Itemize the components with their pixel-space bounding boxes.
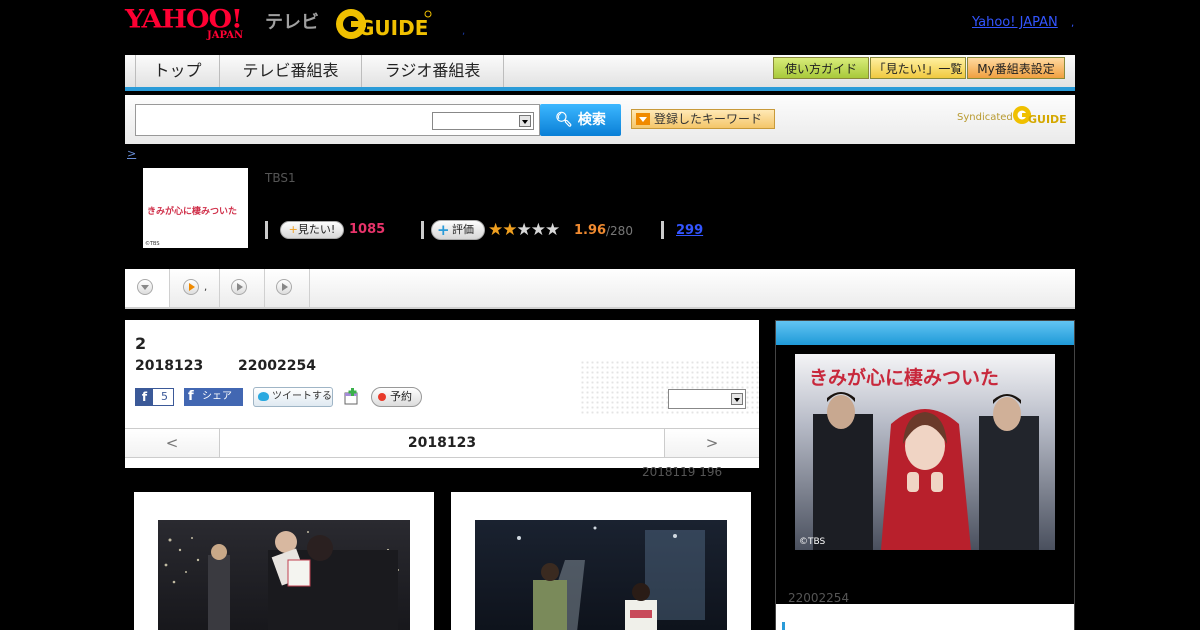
saved-keywords-button[interactable]: 登録したキーワード [631,109,775,129]
tab-reviews[interactable] [265,269,310,307]
reserve-button[interactable]: 予約 [371,387,422,407]
nav-tab-top[interactable]: トップ [135,55,220,87]
yahoo-logo-sub: JAPAN [207,30,244,41]
play-icon [276,279,292,295]
facebook-like-button[interactable]: f 5 [135,388,174,406]
search-band: 🔍︎ 検索 登録したキーワード Syndicated GUIDE [125,95,1075,144]
updated-info: 2018119 196 [642,465,723,479]
plus-icon: + [437,221,450,239]
section-marker [782,622,785,630]
my-schedule-settings-button[interactable]: My番組表設定 [967,57,1065,79]
chevron-down-icon [731,393,743,405]
add-calendar-icon[interactable] [343,388,360,405]
program-thumbnail-copyright: ©TBS [145,241,160,247]
side-panel-body [776,604,1074,630]
mitai-label: 見たい! [297,223,336,236]
gguide-logo[interactable]: GUIDE [334,7,434,41]
rating-total: /280 [606,224,633,238]
poster-title: きみが心に棲みついた [809,366,999,389]
tab-overview[interactable] [125,269,170,307]
play-icon [231,279,247,295]
mitai-count: 1085 [349,222,386,237]
syndicated-label: Syndicated [957,112,1013,123]
program-tabs: , [125,269,1075,309]
tweet-label: ツイートする [272,391,332,402]
reserve-label: 予約 [390,390,412,403]
rating-button[interactable]: + 評価 [431,220,485,240]
mitai-button[interactable]: +見たい! [280,221,344,239]
star-full-icon: ★ [488,220,503,240]
star-empty-icon: ★ [545,220,560,240]
tab-cast[interactable] [220,269,265,307]
tweet-button[interactable]: ツイートする [253,387,333,407]
header-link-dot: , [1071,18,1075,29]
star-empty-icon: ★ [530,220,546,240]
side-panel-header [776,321,1074,345]
episode-title: 2 [135,334,147,353]
gguide-logo-text: GUIDE [358,16,428,40]
separator [661,221,664,239]
program-thumbnail-title: きみが心に棲みついた [147,207,238,217]
syndicated-gguide-text: GUIDE [1028,113,1067,126]
nav-tab-tv-schedule[interactable]: テレビ番組表 [220,55,362,87]
star-half-icon: ★ [502,220,517,240]
episode-pager: < 2018123 > [125,428,759,458]
scene-photo[interactable] [158,520,410,630]
yahoo-japan-link[interactable]: Yahoo! JAPAN [972,15,1058,30]
nav-tab-radio-schedule[interactable]: ラジオ番組表 [362,55,504,87]
dropdown-icon [636,113,650,125]
page: YAHOO! JAPAN テレビ GUIDE , Yahoo! JAPAN , … [0,0,1200,630]
separator [265,221,268,239]
program-thumbnail[interactable]: きみが心に棲みついた ©TBS [143,168,248,248]
rating-score: 1.96 [574,223,607,238]
facebook-icon: f [188,389,194,404]
scene-photo[interactable] [475,520,727,630]
pager-current: 2018123 [407,435,477,451]
review-count-link[interactable]: 299 [676,223,703,238]
episode-time: 22002254 [238,358,316,374]
channel-name: TBS1 [265,171,296,185]
side-panel: きみが心に棲みついた ©TBS 22002254 [775,320,1075,630]
facebook-share-button[interactable]: f シェア [184,388,243,406]
facebook-like-count: 5 [161,390,168,403]
search-button-label: 検索 [577,112,606,128]
pager-next-button[interactable]: > [664,429,759,457]
twitter-bird-icon [258,392,269,401]
yahoo-japan-logo[interactable]: YAHOO! JAPAN [125,6,243,41]
record-dot-icon [378,393,386,401]
facebook-icon: f [136,389,153,405]
chevron-down-icon [519,115,531,127]
episode-panel: 2 2018123 22002254 f 5 f シェア ツイートする 予約 <… [125,320,760,468]
separator [421,221,424,239]
tab-episodes[interactable]: , [170,269,220,307]
tab-episodes-label: , [204,282,208,293]
photo-card[interactable] [451,492,751,630]
photo-card[interactable] [134,492,434,630]
episode-date: 2018123 [135,358,204,374]
plus-icon: + [288,223,298,236]
rating-stars: ★★★★★ [488,220,560,240]
pager-prev-button[interactable]: < [125,429,220,457]
syndicated-gguide-logo: GUIDE [1013,106,1067,126]
rating-label: 評価 [452,223,474,236]
saved-keywords-label: 登録したキーワード [654,112,763,126]
tv-label: テレビ [265,12,319,33]
search-button[interactable]: 🔍︎ 検索 [540,104,621,136]
play-icon [183,279,199,295]
facebook-share-label: シェア [202,391,232,402]
chevron-down-icon [137,279,153,295]
usage-guide-button[interactable]: 使い方ガイド [773,57,869,79]
poster-copyright: ©TBS [799,537,826,547]
breadcrumb[interactable]: > [127,147,136,160]
program-poster[interactable]: きみが心に棲みついた ©TBS [795,354,1055,550]
search-icon: 🔍︎ [555,112,573,128]
star-empty-icon: ★ [516,220,532,240]
global-nav: トップ テレビ番組表 ラジオ番組表 使い方ガイド 「見たい!」一覧 My番組表設… [125,55,1075,91]
search-category-select[interactable] [432,112,534,130]
episode-select[interactable] [668,389,746,409]
side-time: 22002254 [788,591,850,605]
mitai-list-button[interactable]: 「見たい!」一覧 [870,57,966,79]
header-dot: , [462,26,466,37]
